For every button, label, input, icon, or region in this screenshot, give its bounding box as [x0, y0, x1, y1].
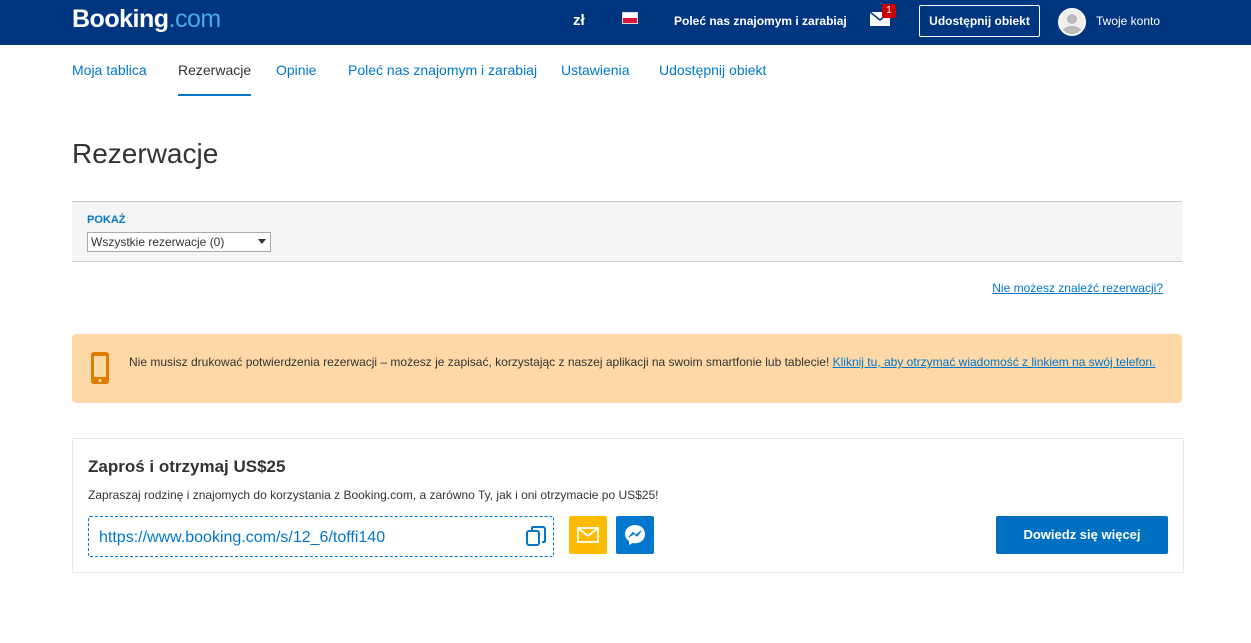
cant-find-booking-link[interactable]: Nie możesz znaleźć rezerwacji? — [992, 281, 1163, 295]
currency-selector[interactable]: zł — [573, 12, 585, 29]
page-title: Rezerwacje — [72, 138, 219, 169]
avatar[interactable] — [1058, 8, 1086, 36]
send-app-link[interactable]: Kliknij tu, aby otrzymać wiadomość z lin… — [833, 355, 1156, 369]
invite-description: Zapraszaj rodzinę i znajomych do korzyst… — [88, 488, 659, 502]
app-notice-banner: Nie musisz drukować potwierdzenia rezerw… — [72, 334, 1182, 403]
account-menu[interactable]: Twoje konto — [1096, 14, 1160, 28]
notice-text: Nie musisz drukować potwierdzenia rezerw… — [129, 353, 1159, 371]
top-header: Booking.com zł Poleć nas znajomym i zara… — [0, 0, 1251, 45]
messenger-share-button[interactable] — [616, 516, 654, 554]
invite-title: Zaproś i otrzymaj US$25 — [88, 457, 286, 476]
language-flag-icon[interactable] — [622, 12, 638, 24]
booking-filter-select[interactable]: Wszystkie rezerwacje (0) — [87, 232, 271, 252]
email-share-icon — [577, 527, 599, 543]
notice-message: Nie musisz drukować potwierdzenia rezerw… — [129, 355, 833, 369]
header-refer-link[interactable]: Poleć nas znajomym i zarabiaj — [674, 14, 847, 28]
filter-label: POKAŻ — [87, 214, 126, 226]
invite-friends-card: Zaproś i otrzymaj US$25 Zapraszaj rodzin… — [72, 438, 1184, 573]
tab-refer-friends[interactable]: Poleć nas znajomym i zarabiaj — [348, 62, 537, 94]
mail-count-badge: 1 — [882, 4, 896, 18]
referral-link-field[interactable]: https://www.booking.com/s/12_6/toffi140 — [88, 516, 554, 557]
tab-bookings[interactable]: Rezerwacje — [178, 62, 252, 96]
booking-logo[interactable]: Booking.com — [72, 5, 221, 34]
copy-icon[interactable] — [525, 525, 547, 547]
referral-link-text[interactable]: https://www.booking.com/s/12_6/toffi140 — [99, 529, 385, 547]
tab-list-property[interactable]: Udostępnij obiekt — [659, 62, 766, 94]
tab-reviews[interactable]: Opinie — [276, 62, 316, 94]
filter-selected-value: Wszystkie rezerwacje (0) — [91, 235, 225, 249]
tab-dashboard[interactable]: Moja tablica — [72, 62, 147, 94]
chevron-down-icon — [258, 239, 266, 244]
smartphone-icon — [91, 352, 109, 384]
messenger-icon — [625, 525, 645, 545]
learn-more-button[interactable]: Dowiedz się więcej — [996, 516, 1168, 554]
tab-settings[interactable]: Ustawienia — [561, 62, 629, 94]
booking-filter-panel: POKAŻ Wszystkie rezerwacje (0) — [72, 201, 1182, 262]
list-property-button[interactable]: Udostępnij obiekt — [919, 5, 1040, 37]
email-share-button[interactable] — [569, 516, 607, 554]
